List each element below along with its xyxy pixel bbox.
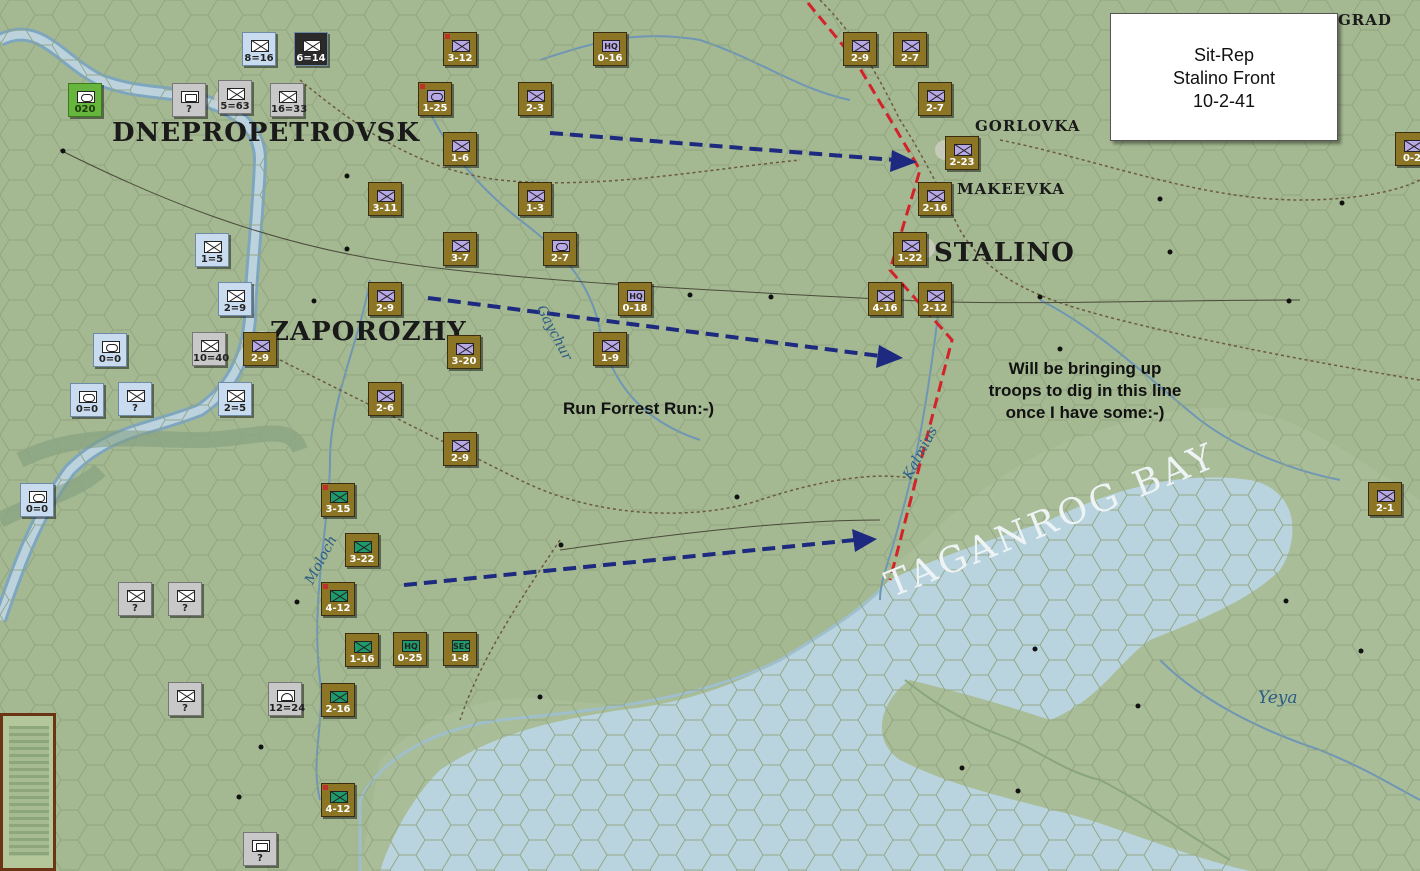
minimap-terrain	[9, 726, 49, 856]
note-run-forrest: Run Forrest Run:-)	[563, 399, 715, 418]
unit-counter[interactable]: 0=0	[70, 383, 104, 417]
unit-counter[interactable]: 3-15	[321, 483, 355, 517]
game-map[interactable]: Sit-Rep Stalino Front 10-2-41 DNEPROPETR…	[0, 0, 1420, 871]
unit-counter[interactable]: ?	[168, 682, 202, 716]
unit-counter[interactable]: 6=14	[294, 32, 328, 66]
unit-counter[interactable]: SEC 1-8	[443, 632, 477, 666]
city-gorlovka[interactable]: GORLOVKA	[975, 117, 1080, 135]
unit-counter[interactable]: 1-3	[518, 182, 552, 216]
unit-counter[interactable]: 3-20	[447, 335, 481, 369]
unit-counter[interactable]: ?	[118, 382, 152, 416]
unit-counter[interactable]: HQ 0-25	[393, 632, 427, 666]
unit-counter[interactable]: 2-7	[543, 232, 577, 266]
unit-counter[interactable]: 2-3	[518, 82, 552, 116]
note-dig-in-line2: troops to dig in this line	[988, 381, 1182, 400]
unit-counter[interactable]: 1-6	[443, 132, 477, 166]
city-makeevka[interactable]: MAKEEVKA	[957, 180, 1065, 198]
unit-counter[interactable]: 020	[68, 83, 102, 117]
unit-counter[interactable]: 3-12	[443, 32, 477, 66]
unit-counter[interactable]: 2-9	[243, 332, 277, 366]
unit-counter[interactable]: 1-25	[418, 82, 452, 116]
unit-counter[interactable]: 3-7	[443, 232, 477, 266]
unit-counter[interactable]: 2-12	[918, 282, 952, 316]
unit-counter[interactable]: 5=63	[218, 80, 252, 114]
unit-counter[interactable]: 2-23	[945, 136, 979, 170]
unit-counter[interactable]: 12=24	[268, 682, 305, 716]
unit-counter[interactable]: 2=9	[218, 282, 252, 316]
unit-counter[interactable]: 2-9	[843, 32, 877, 66]
unit-counter[interactable]: 1=5	[195, 233, 229, 267]
unit-counter[interactable]: 4-12	[321, 582, 355, 616]
unit-counter[interactable]: 1-22	[893, 232, 927, 266]
city-zaporozhye[interactable]: ZAPOROZHY	[270, 317, 467, 347]
note-dig-in-line3: once I have some:-)	[1005, 403, 1165, 422]
city-grad[interactable]: GRAD	[1338, 11, 1392, 29]
unit-counter[interactable]: 4-16	[868, 282, 902, 316]
unit-counter[interactable]: ?	[243, 832, 277, 866]
unit-counter[interactable]: 0-2	[1395, 132, 1420, 166]
unit-counter[interactable]: 2-7	[893, 32, 927, 66]
unit-counter[interactable]: 8=16	[242, 32, 276, 66]
unit-counter[interactable]: 2-6	[368, 382, 402, 416]
unit-counter[interactable]: 2-16	[918, 182, 952, 216]
unit-counter[interactable]: 1-16	[345, 633, 379, 667]
unit-counter[interactable]: 0=0	[20, 483, 54, 517]
unit-counter[interactable]: 2-9	[443, 432, 477, 466]
unit-counter[interactable]: 2=5	[218, 382, 252, 416]
minimap[interactable]	[0, 713, 56, 871]
unit-counter[interactable]: 3-22	[345, 533, 379, 567]
unit-counter[interactable]: 2-7	[918, 82, 952, 116]
sitrep-panel: Sit-Rep Stalino Front 10-2-41	[1110, 13, 1338, 141]
unit-counter[interactable]: 10=40	[192, 332, 229, 366]
note-dig-in: Will be bringing up troops to dig in thi…	[955, 358, 1215, 424]
city-dnepropetrovsk[interactable]: DNEPROPETROVSK	[112, 118, 420, 148]
note-dig-in-line1: Will be bringing up	[1008, 359, 1162, 378]
unit-counter[interactable]: 1-9	[593, 332, 627, 366]
unit-counter[interactable]: 16=33	[270, 83, 307, 117]
sitrep-title: Sit-Rep	[1193, 45, 1255, 65]
label-yeya: Yeya	[1258, 688, 1298, 708]
unit-counter[interactable]: 0=0	[93, 333, 127, 367]
unit-counter[interactable]: HQ 0-18	[618, 282, 652, 316]
unit-counter[interactable]: ?	[118, 582, 152, 616]
unit-counter[interactable]: 2-16	[321, 683, 355, 717]
unit-counter[interactable]: 4-12	[321, 783, 355, 817]
sitrep-date: 10-2-41	[1192, 91, 1256, 111]
unit-counter[interactable]: ?	[172, 83, 206, 117]
unit-counter[interactable]: 2-9	[368, 282, 402, 316]
unit-counter[interactable]: ?	[168, 582, 202, 616]
sitrep-front: Stalino Front	[1172, 68, 1276, 88]
city-stalino[interactable]: STALINO	[934, 238, 1075, 268]
unit-counter[interactable]: 2-1	[1368, 482, 1402, 516]
unit-counter[interactable]: HQ 0-16	[593, 32, 627, 66]
unit-counter[interactable]: 3-11	[368, 182, 402, 216]
